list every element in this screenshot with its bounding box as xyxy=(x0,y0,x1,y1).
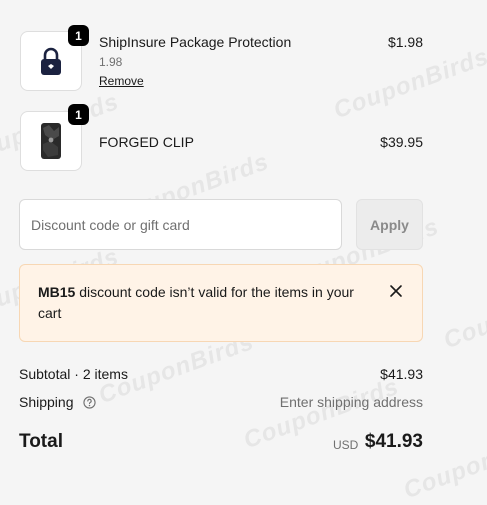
currency-code: USD xyxy=(333,438,359,452)
remove-link[interactable]: Remove xyxy=(99,74,144,88)
watermark: CouponBirds xyxy=(440,272,487,355)
total-label: Total xyxy=(19,431,63,452)
product-image xyxy=(41,123,61,159)
item-price: $39.95 xyxy=(380,134,423,150)
shipping-value: Enter shipping address xyxy=(279,394,423,410)
item-subtitle: 1.98 xyxy=(99,55,123,69)
shipping-label-text: Shipping xyxy=(19,394,74,410)
quantity-badge: 1 xyxy=(68,104,89,125)
alert-message: MB15 discount code isn’t valid for the i… xyxy=(38,282,368,324)
item-price: $1.98 xyxy=(387,34,423,50)
discount-code: MB15 xyxy=(38,284,76,300)
alert-text: discount code isn’t valid for the items … xyxy=(38,284,354,321)
close-icon[interactable] xyxy=(388,283,404,299)
subtotal-label: Subtotal · 2 items xyxy=(19,366,128,382)
watermark: CouponBirds xyxy=(330,42,487,125)
help-icon[interactable] xyxy=(83,396,97,409)
item-name: FORGED CLIP xyxy=(99,134,194,150)
quantity-badge: 1 xyxy=(68,25,89,46)
subtotal-value: $41.93 xyxy=(380,366,423,382)
shipping-label: Shipping xyxy=(19,394,97,410)
total-amount: $41.93 xyxy=(364,431,423,452)
discount-error-alert: MB15 discount code isn’t valid for the i… xyxy=(19,264,423,342)
lock-icon xyxy=(41,47,61,75)
discount-code-input[interactable] xyxy=(19,199,342,250)
apply-button[interactable]: Apply xyxy=(356,199,423,250)
item-name: ShipInsure Package Protection xyxy=(99,34,292,50)
